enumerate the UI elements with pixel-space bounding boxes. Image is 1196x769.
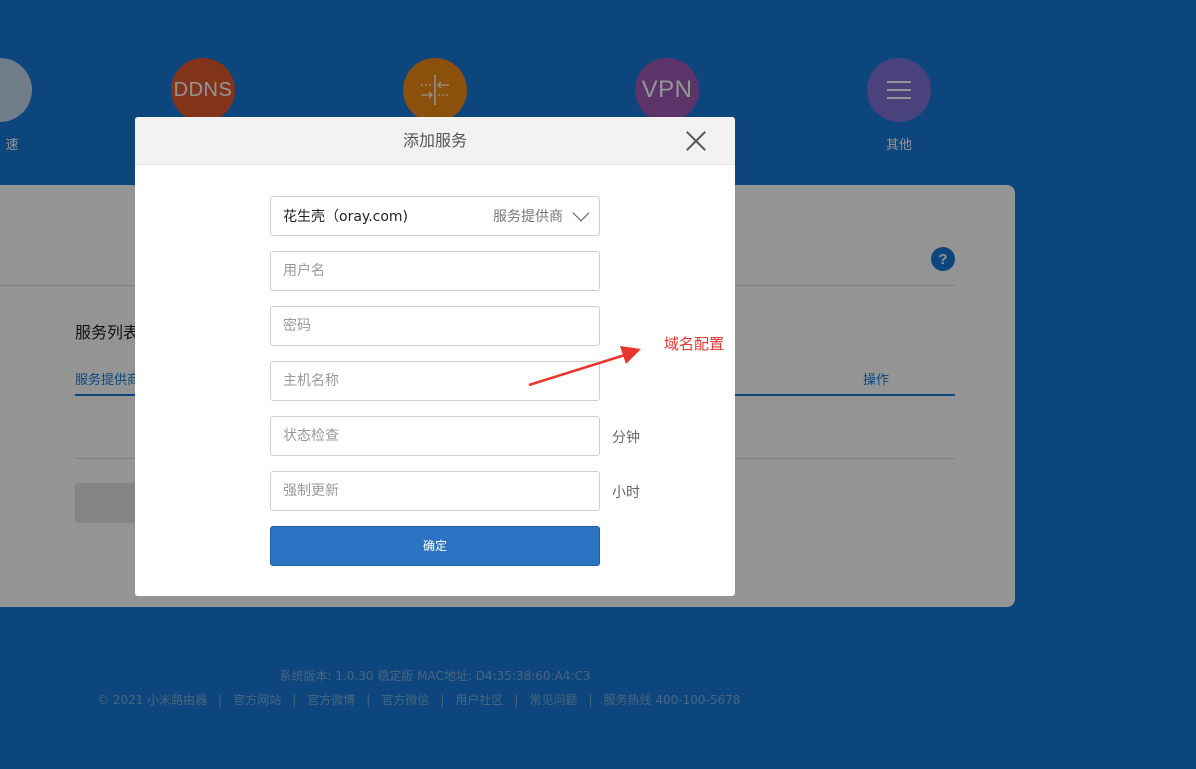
provider-select[interactable]: 花生壳（oray.com) 服务提供商 — [270, 196, 600, 236]
dialog-header: 添加服务 — [135, 117, 735, 165]
confirm-button[interactable]: 确定 — [270, 526, 600, 566]
annotation-arrow-icon — [528, 346, 641, 387]
dialog-title: 添加服务 — [402, 131, 467, 150]
status-check-input[interactable] — [283, 417, 587, 455]
force-update-field-wrap — [270, 471, 600, 511]
provider-label: 服务提供商 — [493, 209, 563, 225]
force-update-input[interactable] — [283, 472, 587, 510]
chevron-down-icon — [572, 204, 590, 222]
username-input[interactable] — [283, 252, 587, 290]
close-icon[interactable] — [685, 130, 707, 152]
status-check-unit: 分钟 — [612, 430, 640, 446]
username-field-wrap — [270, 251, 600, 291]
status-check-field-wrap — [270, 416, 600, 456]
force-update-unit: 小时 — [612, 485, 640, 501]
annotation-label: 域名配置 — [664, 335, 725, 353]
provider-value: 花生壳（oray.com) — [283, 209, 409, 225]
